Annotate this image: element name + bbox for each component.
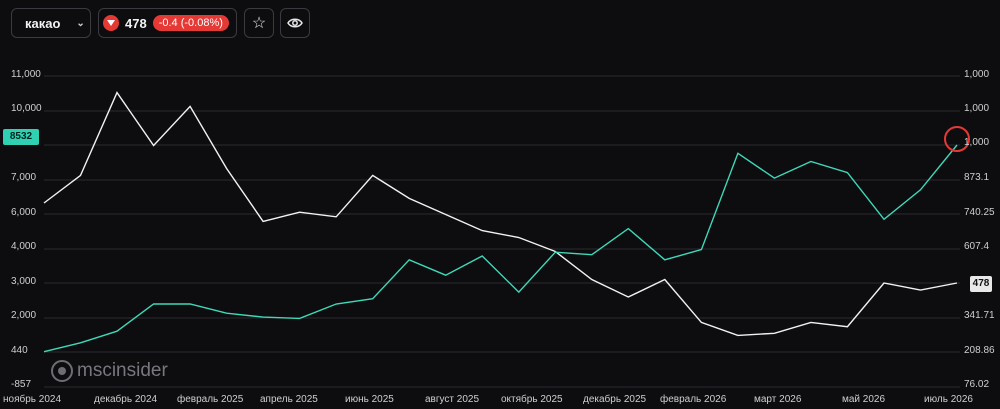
left-price-badge: 8532 bbox=[3, 129, 39, 145]
grid-lines bbox=[44, 75, 960, 388]
x-tick-label: апрель 2025 bbox=[260, 394, 318, 405]
right-tick-label: 208.86 bbox=[964, 345, 995, 356]
price-chart bbox=[43, 75, 970, 388]
teal-series-line bbox=[43, 144, 958, 353]
left-tick-label: 440 bbox=[11, 345, 28, 356]
right-tick-label: 341.71 bbox=[964, 310, 995, 321]
x-tick-label: ноябрь 2024 bbox=[3, 394, 62, 405]
left-tick-label: 11,000 bbox=[11, 69, 41, 80]
x-tick-label: декабрь 2024 bbox=[94, 394, 158, 405]
right-tick-label: 1,000 bbox=[964, 137, 990, 148]
x-tick-label: март 2026 bbox=[754, 394, 802, 405]
right-tick-label: 1,000 bbox=[964, 103, 990, 114]
logo-text: mscinsider bbox=[77, 360, 168, 381]
x-tick-label: декабрь 2025 bbox=[583, 394, 647, 405]
right-tick-label: 1,000 bbox=[964, 69, 990, 80]
x-tick-label: июнь 2025 bbox=[345, 394, 394, 405]
logo-icon bbox=[51, 360, 73, 382]
x-tick-label: август 2025 bbox=[425, 394, 480, 405]
left-tick-label: 6,000 bbox=[11, 207, 37, 218]
right-tick-label: 76.02 bbox=[964, 379, 990, 390]
right-price-badge: 478 bbox=[970, 276, 992, 292]
brand-logo: mscinsider bbox=[51, 360, 168, 382]
x-tick-label: февраль 2026 bbox=[660, 394, 727, 405]
right-tick-label: 740.25 bbox=[964, 207, 995, 218]
left-tick-label: -857 bbox=[11, 379, 32, 390]
right-tick-label: 873.1 bbox=[964, 172, 990, 183]
left-tick-label: 4,000 bbox=[11, 241, 37, 252]
right-tick-label: 607.4 bbox=[964, 241, 990, 252]
x-tick-label: октябрь 2025 bbox=[501, 394, 563, 405]
left-tick-label: 2,000 bbox=[11, 310, 37, 321]
left-tick-label: 7,000 bbox=[11, 172, 37, 183]
x-tick-label: май 2026 bbox=[842, 394, 886, 405]
left-tick-label: 10,000 bbox=[11, 103, 42, 114]
x-tick-label: июль 2026 bbox=[924, 394, 973, 405]
x-tick-label: февраль 2025 bbox=[177, 394, 244, 405]
left-tick-label: 3,000 bbox=[11, 276, 37, 287]
